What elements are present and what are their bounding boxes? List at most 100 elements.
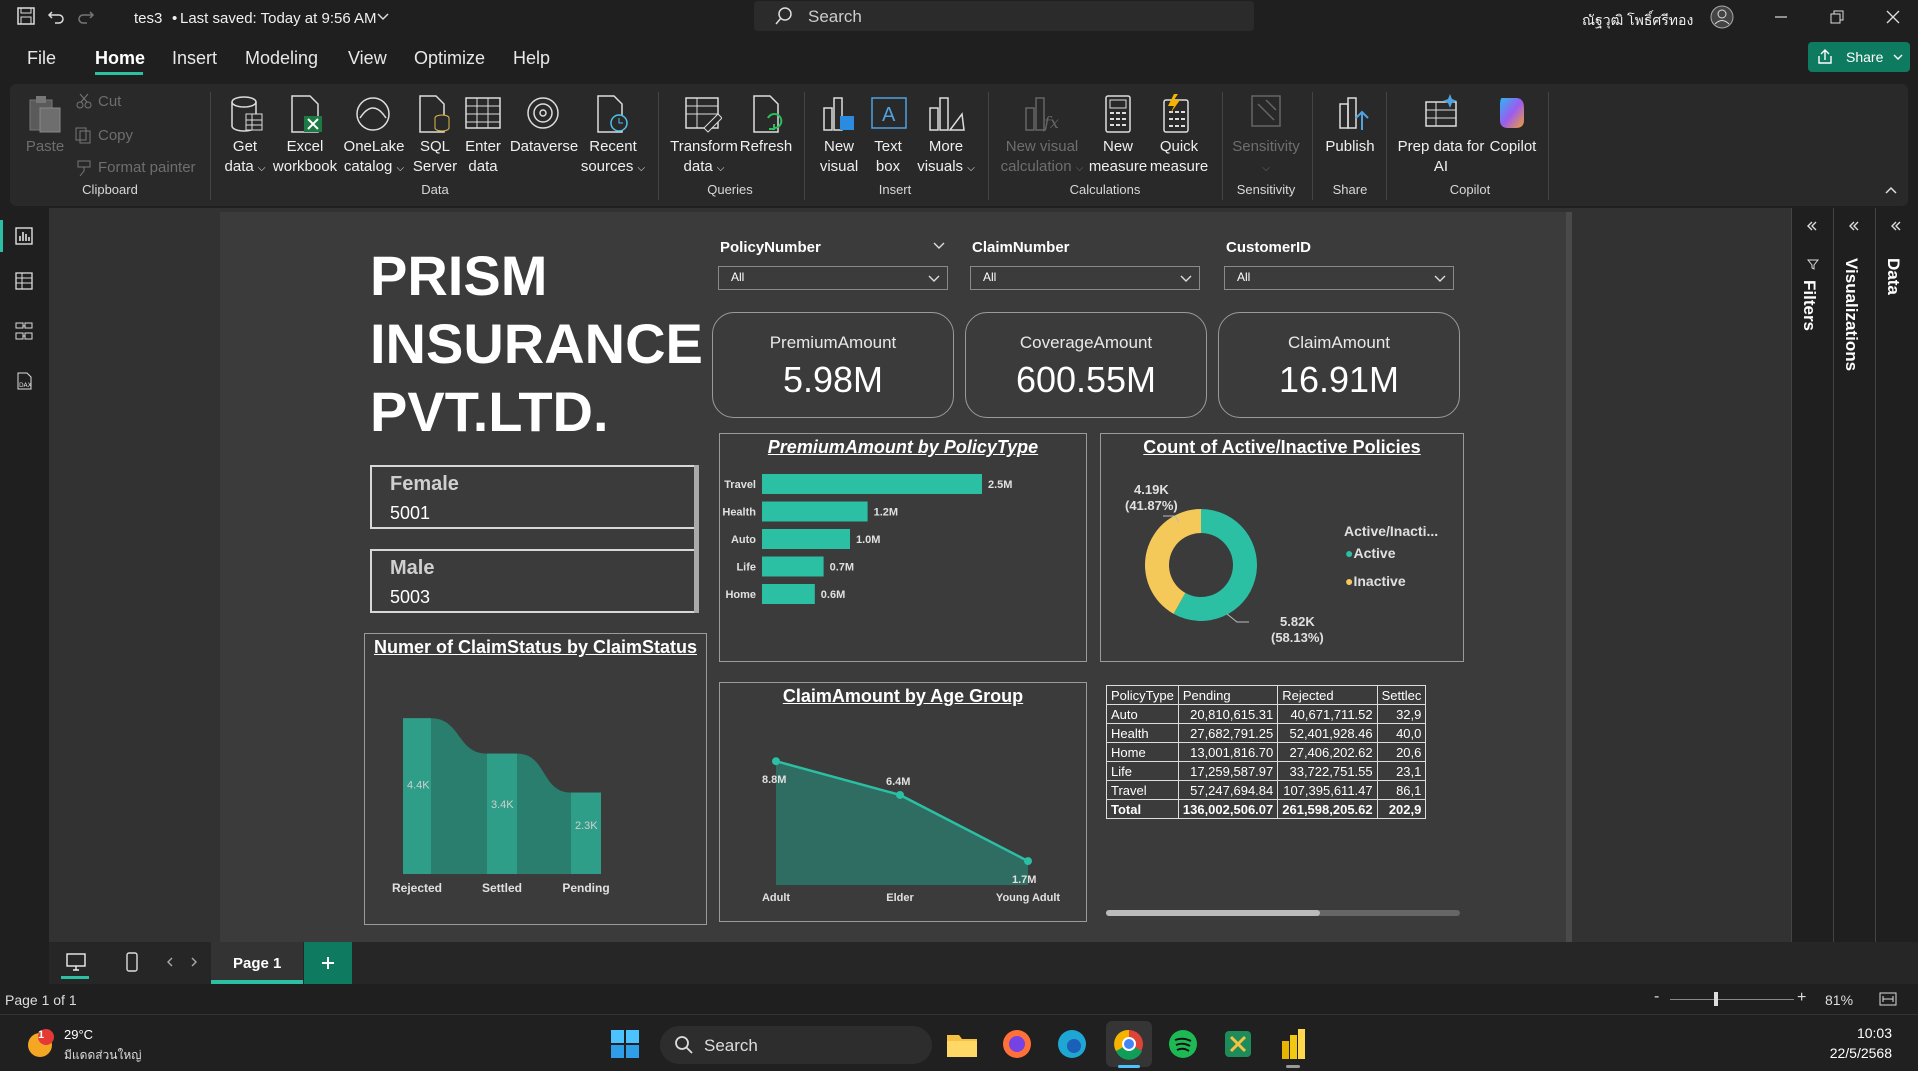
data-pane-tab[interactable]: Data xyxy=(1883,258,1903,295)
sql-server-button[interactable]: SQL Server xyxy=(410,137,460,177)
save-icon[interactable] xyxy=(16,6,36,26)
matrix-column-header[interactable]: Pending xyxy=(1177,685,1279,705)
agegroup-visual[interactable]: ClaimAmount by Age Group 8.8M Adult 6.4M El… xyxy=(719,682,1087,922)
new-visual-calculation-button[interactable]: New visual calculation ⌵ xyxy=(996,137,1088,179)
recent-sources-button[interactable]: Recent sources ⌵ xyxy=(578,137,648,179)
snipping-tool-icon[interactable] xyxy=(1221,1027,1255,1061)
kpi-card-premium[interactable]: PremiumAmount 5.98M xyxy=(712,312,954,418)
publish-button[interactable]: Publish xyxy=(1318,137,1382,157)
powerbi-running-indicator xyxy=(1286,1065,1300,1068)
slicer-claimnumber[interactable]: All xyxy=(970,266,1200,290)
format-painter-button[interactable]: Format painter xyxy=(98,158,196,178)
text-box-button[interactable]: Text box xyxy=(868,137,908,177)
onelake-catalog-button[interactable]: OneLake catalog ⌵ xyxy=(340,137,408,179)
search-box[interactable]: Search xyxy=(754,1,1254,31)
prep-data-ai-button[interactable]: Prep data for AI xyxy=(1394,137,1488,177)
model-view-icon[interactable] xyxy=(14,321,34,341)
expand-data-icon[interactable] xyxy=(1889,220,1903,232)
menu-view[interactable]: View xyxy=(348,48,387,69)
prev-page-icon[interactable] xyxy=(165,956,175,968)
share-button[interactable]: Share xyxy=(1808,42,1910,72)
dataverse-button[interactable]: Dataverse xyxy=(508,137,580,157)
close-icon[interactable] xyxy=(1884,8,1902,26)
matrix-column-header[interactable]: Rejected xyxy=(1277,685,1378,705)
excel-workbook-button[interactable]: Excel workbook xyxy=(270,137,340,177)
matrix-scrollbar-track[interactable] xyxy=(1106,910,1460,916)
user-name[interactable]: ณัฐวุฒิ โพธิ์ศรีทอง xyxy=(1582,10,1693,32)
mobile-layout-icon[interactable] xyxy=(125,951,139,973)
policy-matrix[interactable]: PolicyType Pending Rejected Settlec Auto 20,8… xyxy=(1106,685,1460,835)
copy-button[interactable]: Copy xyxy=(98,126,133,146)
expand-filters-icon[interactable] xyxy=(1805,220,1819,232)
enter-data-button[interactable]: Enter data xyxy=(460,137,506,177)
expand-visualizations-icon[interactable] xyxy=(1847,220,1861,232)
menu-home[interactable]: Home xyxy=(95,48,145,69)
quick-measure-button[interactable]: Quick measure xyxy=(1148,137,1210,177)
spotify-icon[interactable] xyxy=(1166,1027,1200,1061)
menu-file[interactable]: File xyxy=(27,48,56,69)
zoom-in-button[interactable]: + xyxy=(1797,989,1806,1007)
gender-scrollbar[interactable] xyxy=(694,465,699,613)
female-card[interactable]: Female 5001 xyxy=(370,465,698,529)
legend-item-active[interactable]: ●Active xyxy=(1345,545,1396,561)
chevron-down-icon[interactable] xyxy=(376,10,390,24)
zoom-slider[interactable] xyxy=(1670,999,1794,1000)
file-name[interactable]: tes3 xyxy=(134,10,162,27)
desktop-layout-icon[interactable] xyxy=(65,952,87,972)
kpi-label: PremiumAmount xyxy=(769,333,897,352)
next-page-icon[interactable] xyxy=(189,956,199,968)
windows-start-icon[interactable] xyxy=(609,1028,641,1060)
visualizations-pane-tab[interactable]: Visualizations xyxy=(1841,258,1861,371)
matrix-column-header[interactable]: Settlec xyxy=(1376,685,1427,705)
page-tab-page-1[interactable]: Page 1 xyxy=(211,942,303,984)
collapse-ribbon-icon[interactable] xyxy=(1884,184,1898,196)
filters-pane-tab[interactable]: Filters xyxy=(1799,280,1819,331)
refresh-button[interactable]: Refresh xyxy=(738,137,794,157)
menu-insert[interactable]: Insert xyxy=(172,48,217,69)
get-data-button[interactable]: Get data ⌵ xyxy=(220,137,270,179)
restore-icon[interactable] xyxy=(1828,8,1846,26)
copilot-button[interactable]: Copilot xyxy=(1484,137,1542,157)
active-inactive-visual[interactable]: Count of Active/Inactive Policies Active… xyxy=(1100,433,1464,662)
sensitivity-button[interactable]: Sensitivity ⌵ xyxy=(1226,137,1306,179)
kpi-card-claim[interactable]: ClaimAmount 16.91M xyxy=(1218,312,1460,418)
menu-modeling[interactable]: Modeling xyxy=(245,48,318,69)
menu-help[interactable]: Help xyxy=(513,48,550,69)
minimize-icon[interactable] xyxy=(1772,8,1790,26)
new-visual-button[interactable]: New visual xyxy=(816,137,862,177)
redo-icon[interactable] xyxy=(76,6,96,26)
chrome-icon[interactable] xyxy=(1112,1027,1146,1061)
kpi-card-coverage[interactable]: CoverageAmount 600.55M xyxy=(965,312,1207,418)
premium-by-policytype-visual[interactable]: PremiumAmount by PolicyType Travel 2.5M He… xyxy=(719,433,1087,662)
matrix-column-header[interactable]: PolicyType xyxy=(1106,685,1179,705)
power-bi-icon[interactable] xyxy=(1276,1027,1310,1061)
edge-icon[interactable] xyxy=(1055,1027,1089,1061)
chevron-down-icon[interactable] xyxy=(932,240,946,252)
male-card[interactable]: Male 5003 xyxy=(370,549,698,613)
undo-icon[interactable] xyxy=(46,6,66,26)
zoom-slider-thumb[interactable] xyxy=(1714,992,1718,1006)
transform-data-button[interactable]: Transform data ⌵ xyxy=(668,137,740,179)
fit-to-page-icon[interactable] xyxy=(1878,991,1898,1007)
legend-item-inactive[interactable]: ●Inactive xyxy=(1345,573,1406,589)
new-measure-button[interactable]: New measure xyxy=(1086,137,1150,177)
claimstatus-chart-title: Numer of ClaimStatus by ClaimStatus xyxy=(373,637,698,657)
zoom-out-button[interactable]: - xyxy=(1654,988,1659,1006)
claimstatus-visual[interactable]: Numer of ClaimStatus by ClaimStatus 4.4K… xyxy=(364,633,707,925)
cut-button[interactable]: Cut xyxy=(98,92,121,112)
add-page-button[interactable] xyxy=(304,942,352,984)
dax-query-view-icon[interactable]: DAX xyxy=(14,371,34,391)
paste-button[interactable]: Paste xyxy=(20,137,70,157)
table-view-icon[interactable] xyxy=(14,271,34,291)
more-visuals-button[interactable]: More visuals ⌵ xyxy=(914,137,978,179)
paste-icon xyxy=(29,96,61,133)
taskbar-search[interactable]: Search xyxy=(660,1026,932,1064)
menu-optimize[interactable]: Optimize xyxy=(414,48,485,69)
matrix-scrollbar-thumb[interactable] xyxy=(1106,910,1320,916)
firefox-icon[interactable] xyxy=(1000,1027,1034,1061)
avatar-icon[interactable] xyxy=(1710,5,1734,29)
slicer-customerid[interactable]: All xyxy=(1224,266,1454,290)
file-explorer-icon[interactable] xyxy=(945,1027,979,1061)
report-view-icon[interactable] xyxy=(14,226,34,246)
slicer-policynumber[interactable]: All xyxy=(718,266,948,290)
